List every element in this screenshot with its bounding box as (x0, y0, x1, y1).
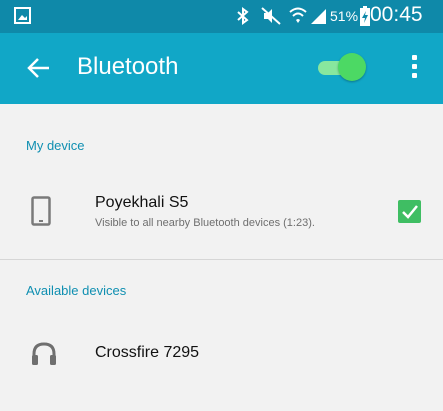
section-header-my-device: My device (26, 138, 85, 153)
page-title: Bluetooth (77, 53, 179, 80)
bluetooth-toggle[interactable] (318, 53, 368, 83)
battery-percent: 51% (330, 8, 359, 24)
app-bar: Bluetooth (0, 33, 443, 104)
gallery-icon (14, 7, 31, 24)
visibility-checkbox[interactable] (398, 200, 421, 223)
divider (0, 259, 443, 260)
checkmark-icon (402, 205, 418, 219)
section-header-available-devices: Available devices (26, 283, 127, 298)
available-device-name: Crossfire 7295 (95, 344, 200, 361)
bluetooth-icon (237, 7, 249, 25)
arrow-left-icon (27, 58, 49, 78)
my-device-row[interactable]: Poyekhali S5 Visible to all nearby Bluet… (0, 180, 443, 242)
clock: 00:45 (370, 3, 423, 26)
smartphone-icon (31, 196, 51, 226)
battery-charging-icon (360, 6, 370, 26)
my-device-name: Poyekhali S5 (95, 194, 189, 211)
back-button[interactable] (26, 55, 52, 81)
signal-icon (311, 9, 326, 24)
more-options-button[interactable] (406, 55, 422, 83)
headphones-icon (32, 342, 56, 365)
toggle-thumb (338, 53, 366, 81)
more-vert-icon (406, 55, 422, 78)
mute-icon (261, 7, 281, 25)
available-device-row[interactable]: Crossfire 7295 (0, 330, 443, 380)
my-device-visibility: Visible to all nearby Bluetooth devices … (95, 217, 315, 229)
wifi-icon (289, 7, 307, 23)
status-bar: 51% 00:45 (0, 0, 443, 33)
